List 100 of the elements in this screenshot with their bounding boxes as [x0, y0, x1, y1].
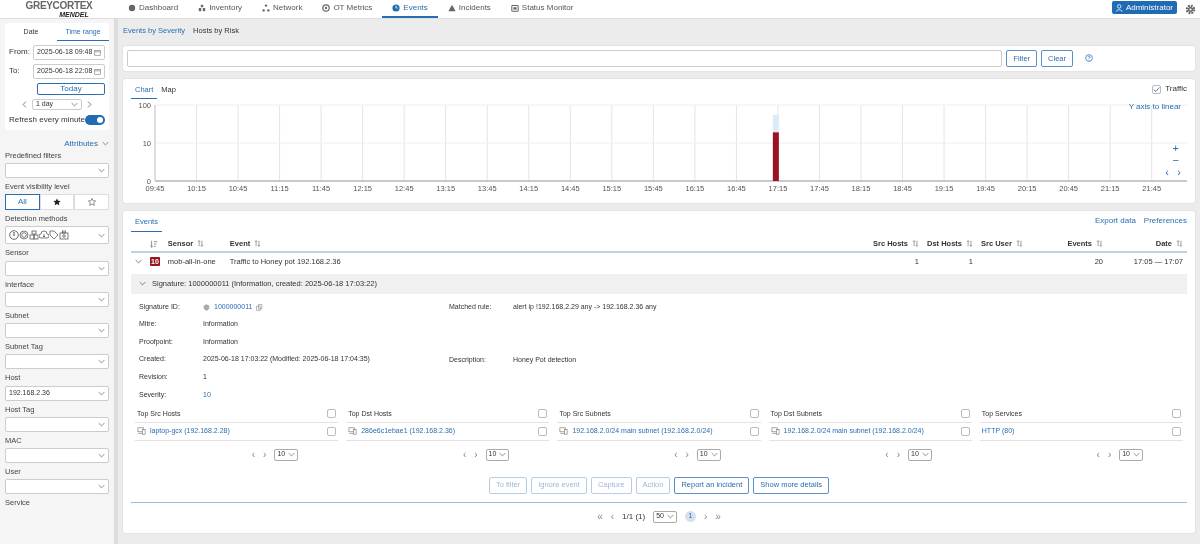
- next-page-button[interactable]: ›: [896, 449, 900, 460]
- prev-page-button[interactable]: ‹: [885, 449, 889, 460]
- clock-icon: [392, 4, 401, 12]
- chevron-icon: [98, 452, 105, 459]
- chevron-icon: [666, 513, 674, 520]
- next-page-button[interactable]: ›: [474, 449, 478, 460]
- select-field[interactable]: [5, 162, 109, 178]
- sort-icon[interactable]: [197, 239, 205, 247]
- chevron-down-icon[interactable]: [135, 258, 142, 266]
- select-all-checkbox[interactable]: [960, 408, 970, 418]
- attributes-link[interactable]: Attributes: [64, 137, 109, 150]
- traffic-label: Traffic: [1165, 83, 1187, 96]
- today-button[interactable]: Today: [37, 82, 105, 95]
- header-link[interactable]: Export data: [1094, 215, 1136, 228]
- sort-icon[interactable]: [1176, 239, 1183, 247]
- prev-page-button[interactable]: ‹: [251, 449, 256, 460]
- select-all-checkbox[interactable]: [1172, 408, 1181, 418]
- devices-icon: [137, 427, 146, 436]
- next-page-button[interactable]: ›: [685, 449, 689, 460]
- nav-tab[interactable]: Status Monitor: [500, 0, 584, 18]
- zoom-in-button[interactable]: +: [1172, 143, 1179, 155]
- select-field[interactable]: [5, 448, 109, 463]
- pan-left-button[interactable]: ‹: [1165, 167, 1169, 179]
- select-field[interactable]: [5, 416, 109, 432]
- select-field[interactable]: [5, 260, 109, 276]
- traffic-checkbox[interactable]: [1152, 84, 1162, 94]
- calendar-icon: [94, 67, 101, 75]
- sort-icon[interactable]: [966, 239, 973, 247]
- nav-tab[interactable]: Events: [382, 0, 438, 18]
- sort-icon[interactable]: [1015, 239, 1023, 247]
- search-field[interactable]: [127, 50, 1003, 67]
- chevron-icon: [98, 389, 105, 397]
- pan-right-button[interactable]: ›: [1177, 167, 1181, 179]
- visibility-option[interactable]: [39, 194, 75, 210]
- sort-icon[interactable]: [150, 239, 158, 248]
- row-checkbox[interactable]: [538, 426, 548, 436]
- chevron-icon: [98, 264, 105, 272]
- last-page-button[interactable]: »: [715, 511, 721, 522]
- zoom-out-button[interactable]: −: [1172, 155, 1179, 167]
- next-page-button[interactable]: ›: [263, 449, 267, 460]
- chevron-icon: [98, 327, 105, 334]
- prev-page-button[interactable]: ‹: [674, 449, 678, 460]
- nav-tab[interactable]: Inventory: [188, 0, 253, 18]
- nav-tab[interactable]: OT Metrics: [312, 0, 383, 18]
- logo-text: GREYCORTEX: [25, 1, 93, 11]
- select-all-checkbox[interactable]: [538, 408, 548, 418]
- next-page-button[interactable]: ›: [1107, 449, 1112, 460]
- nav-tab[interactable]: Network: [252, 0, 313, 18]
- visibility-option[interactable]: All: [5, 194, 40, 210]
- sort-icon[interactable]: [912, 239, 919, 247]
- sort-icon[interactable]: [254, 239, 262, 247]
- sort-icon[interactable]: [1096, 239, 1103, 247]
- chevron-icon: [1133, 451, 1140, 458]
- prev-page-button[interactable]: ‹: [610, 511, 615, 522]
- chevron-left-icon[interactable]: [21, 100, 28, 108]
- hierarchy-icon: [198, 4, 207, 12]
- chevron-icon: [288, 451, 296, 458]
- select-field[interactable]: [5, 323, 109, 338]
- chevron-down-icon[interactable]: [139, 280, 146, 288]
- chevron-icon: [921, 451, 929, 458]
- prev-page-button[interactable]: ‹: [462, 449, 467, 460]
- devices-icon: [348, 427, 358, 436]
- chevron-icon: [98, 166, 105, 174]
- header-link[interactable]: Preferences: [1143, 215, 1187, 228]
- help-icon[interactable]: [1085, 54, 1093, 63]
- select-field[interactable]: [5, 479, 109, 495]
- shield-icon: [203, 303, 210, 311]
- next-page-button[interactable]: ›: [703, 511, 708, 522]
- select-field[interactable]: [5, 291, 109, 307]
- nav-tab[interactable]: Incidents: [437, 0, 501, 18]
- chevron-icon: [499, 451, 507, 458]
- field-label: To:: [9, 65, 21, 77]
- chevron-right-icon[interactable]: [86, 100, 93, 108]
- select-all-checkbox[interactable]: [749, 408, 759, 418]
- select-field[interactable]: [5, 354, 109, 370]
- toggle-switch[interactable]: [85, 114, 105, 125]
- prev-page-button[interactable]: ‹: [1096, 449, 1100, 460]
- row-checkbox[interactable]: [327, 426, 337, 436]
- chevron-icon: [98, 483, 105, 491]
- row-checkbox[interactable]: [960, 426, 970, 436]
- briefcase-icon: [59, 230, 69, 241]
- tag-icon: [49, 230, 59, 241]
- row-checkbox[interactable]: [1172, 426, 1181, 436]
- chevron-icon: [98, 420, 105, 428]
- chevron-icon: [710, 451, 718, 458]
- user-button[interactable]: Administrator: [1111, 1, 1177, 14]
- cloud-download-icon: [39, 230, 49, 241]
- nav-tab[interactable]: Dashboard: [118, 0, 189, 18]
- row-checkbox[interactable]: [749, 426, 759, 436]
- detection-methods-select[interactable]: [5, 226, 109, 245]
- chevron-icon: [98, 295, 105, 303]
- copy-icon[interactable]: [256, 303, 264, 311]
- first-page-button[interactable]: «: [597, 511, 603, 522]
- devices-icon: [559, 427, 569, 436]
- select-all-checkbox[interactable]: [327, 408, 337, 418]
- refresh-label: Refresh every minute: [9, 113, 86, 126]
- settings-icon[interactable]: [1185, 3, 1196, 15]
- axis-scale-link[interactable]: Y axis to linear: [1128, 101, 1181, 114]
- alert-circle-icon: [9, 230, 19, 241]
- field-label: From:: [9, 46, 31, 58]
